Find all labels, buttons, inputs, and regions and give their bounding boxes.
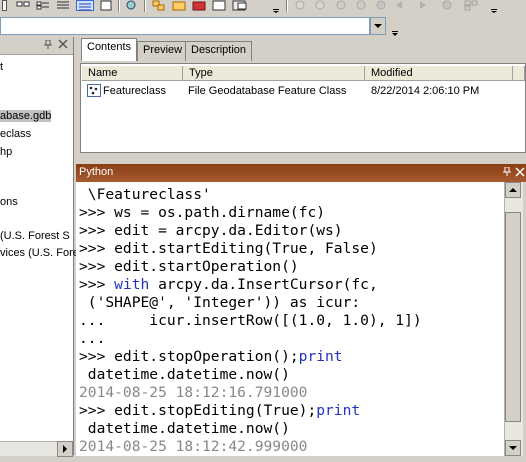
stop-icon[interactable] (374, 0, 388, 11)
chevron-down-icon (374, 24, 382, 28)
view-details-icon[interactable] (36, 0, 50, 11)
tree-item[interactable]: vices (U.S. Fore (0, 247, 79, 259)
python-window-titlebar[interactable]: Python (76, 164, 526, 182)
tab-contents[interactable]: Contents (81, 38, 138, 61)
catalog-tree[interactable] (0, 37, 74, 455)
list-item-name[interactable]: Featureclass (103, 84, 166, 99)
console-line: >>> edit.startEditing(True, False) (79, 240, 378, 257)
console-text: >>> edit.stopEditing(True); (79, 402, 317, 419)
console-line: ... icur.insertRow([(1.0, 1.0), 1]) (79, 312, 422, 329)
toolbar-separator (144, 0, 146, 12)
toolbar-options-icon[interactable] (490, 2, 504, 13)
console-line: ... (79, 330, 106, 347)
catalog-tree-header (0, 37, 73, 55)
column-header-modified[interactable]: Modified (365, 66, 513, 81)
python-window-bottom (76, 456, 526, 462)
column-header-type[interactable]: Type (183, 66, 365, 81)
view-list-icon[interactable] (16, 0, 30, 11)
scroll-right-button[interactable] (57, 441, 73, 457)
full-extent-icon[interactable] (354, 0, 368, 11)
console-output: 2014-08-25 18:12:42.999000 (79, 438, 308, 455)
tab-description[interactable]: Description (185, 41, 253, 61)
close-icon[interactable] (515, 167, 525, 180)
view-list2-icon[interactable] (56, 0, 70, 11)
main-toolbar (0, 0, 526, 14)
tree-item[interactable]: ons (0, 196, 18, 208)
search-icon[interactable] (124, 0, 138, 11)
tree-item-gdb[interactable]: abase.gdb (0, 110, 52, 122)
tree-item[interactable]: t (0, 61, 3, 73)
catalog-tree-icon[interactable] (152, 0, 166, 11)
tree-item[interactable]: hp (0, 146, 12, 158)
grid-icon[interactable] (464, 0, 478, 11)
console-output: 2014-08-25 18:12:16.791000 (79, 384, 308, 401)
console-line: >>> ws = os.path.dirname(fc) (79, 204, 326, 221)
pin-icon[interactable] (503, 166, 511, 180)
console-line: ('SHAPE@', 'Integer')) as icur: (79, 294, 361, 311)
toolbox-icon[interactable] (192, 0, 206, 11)
scroll-up-button[interactable] (505, 182, 521, 198)
list-item-type: File Geodatabase Feature Class (188, 85, 347, 97)
tab-preview[interactable]: Preview (137, 41, 189, 61)
back-icon[interactable] (394, 0, 408, 11)
location-combobox[interactable] (0, 17, 370, 35)
console-text: >>> edit.stopOperation(); (79, 348, 299, 365)
python-window-title: Python (79, 166, 114, 178)
close-icon[interactable] (58, 39, 68, 52)
python-window-icon[interactable] (212, 0, 226, 11)
console-line: >>> edit.stopEditing(True);print (79, 402, 360, 420)
tree-horizontal-scrollbar[interactable] (0, 441, 73, 457)
console-line: >>> edit.stopOperation();print (79, 348, 343, 366)
feature-class-icon (87, 84, 101, 100)
list-item-modified: 8/22/2014 2:06:10 PM (371, 85, 480, 97)
tree-item[interactable]: eclass (0, 128, 31, 140)
python-console[interactable]: \Featureclass' >>> ws = os.path.dirname(… (76, 182, 504, 462)
model-builder-icon[interactable] (232, 0, 247, 11)
toolbar-separator (118, 0, 120, 12)
column-header-name[interactable]: Name (82, 66, 183, 81)
zoom-out-icon[interactable] (314, 0, 328, 11)
identify-icon[interactable] (440, 0, 454, 11)
console-keyword: print (316, 402, 361, 419)
column-header-filler (513, 66, 525, 81)
connect-folder-icon[interactable] (172, 0, 186, 11)
console-keyword: print (298, 348, 343, 365)
scrollbar-thumb[interactable] (505, 212, 521, 422)
console-keyword: with (114, 276, 150, 293)
tree-item[interactable]: (U.S. Forest S (0, 230, 70, 242)
zoom-in-icon[interactable] (294, 0, 308, 11)
view-thumbnails-icon[interactable] (76, 0, 94, 11)
pin-icon[interactable] (44, 39, 52, 53)
chevron-up-icon (509, 188, 517, 192)
toolbar-options-icon[interactable] (272, 2, 286, 13)
console-line: >>> with arcpy.da.InsertCursor(fc, (79, 276, 378, 294)
console-line: >>> edit.startOperation() (79, 258, 299, 275)
pan-icon[interactable] (334, 0, 348, 11)
location-dropdown-button[interactable] (370, 17, 386, 35)
toolbar-separator (286, 0, 288, 12)
console-text: arcpy.da.InsertCursor(fc, (149, 276, 378, 293)
console-line: datetime.datetime.now() (79, 420, 290, 437)
scroll-down-button[interactable] (505, 440, 521, 456)
chevron-down-icon (509, 446, 517, 450)
toolbar-grip (2, 0, 7, 11)
console-line: \Featureclass' (79, 186, 211, 203)
console-prompt: >>> (79, 276, 115, 293)
console-line: datetime.datetime.now() (79, 366, 290, 383)
console-line: >>> edit = arcpy.da.Editor(ws) (79, 222, 343, 239)
forward-icon[interactable] (414, 0, 428, 11)
view-preview-icon[interactable] (99, 0, 113, 11)
